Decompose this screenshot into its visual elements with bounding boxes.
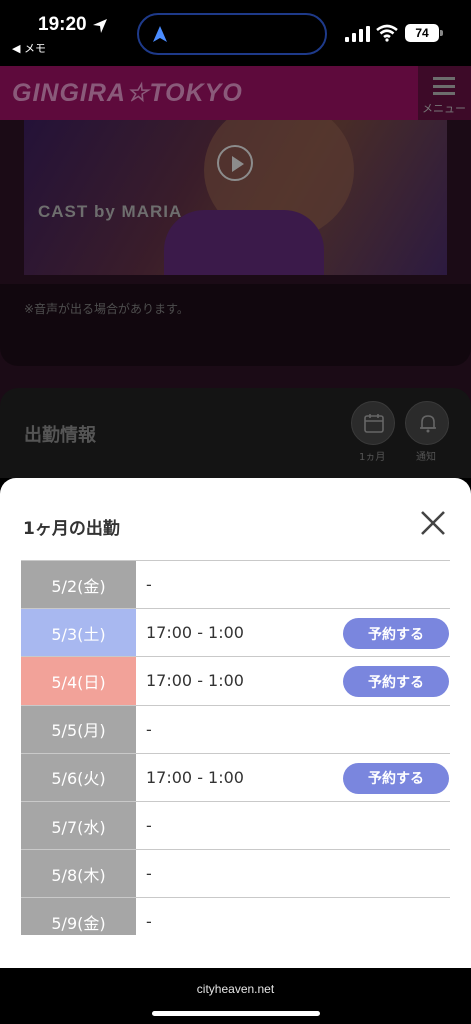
monthly-schedule-sheet: 1ヶ月の出勤 5/2(金) - 5/3(土) 17:00 - 1:00 予約する… bbox=[0, 478, 471, 968]
notify-button[interactable] bbox=[405, 401, 449, 445]
schedule-time: 17:00 - 1:00 bbox=[146, 623, 244, 643]
video-thumbnail-dress bbox=[164, 210, 324, 275]
cast-video[interactable]: CAST by MARIA bbox=[24, 120, 447, 275]
menu-button[interactable]: メニュー bbox=[418, 66, 471, 120]
hamburger-icon bbox=[433, 77, 455, 95]
browser-bottom-bar: cityheaven.net bbox=[0, 968, 471, 1024]
schedule-row: 5/7(水) - bbox=[21, 801, 450, 851]
schedule-row: 5/5(月) - bbox=[21, 705, 450, 754]
dynamic-island bbox=[137, 13, 327, 55]
notify-button-label: 通知 bbox=[416, 452, 436, 463]
video-card bbox=[0, 284, 471, 366]
schedule-date: 5/6(火) bbox=[21, 753, 136, 801]
play-icon[interactable] bbox=[217, 145, 253, 181]
site-logo[interactable]: GINGIRA☆TOKYO bbox=[12, 78, 243, 108]
monthly-button-label: 1ヵ月 bbox=[359, 452, 386, 463]
shift-section-title: 出勤情報 bbox=[24, 425, 96, 446]
schedule-row: 5/4(日) 17:00 - 1:00 予約する bbox=[21, 657, 450, 706]
video-caption: CAST by MARIA bbox=[38, 202, 183, 221]
calendar-icon bbox=[364, 414, 384, 433]
schedule-row: 5/3(土) 17:00 - 1:00 予約する bbox=[21, 609, 450, 658]
status-time: 19:20 bbox=[38, 14, 87, 35]
schedule-time: - bbox=[146, 912, 152, 932]
bell-icon bbox=[420, 415, 436, 433]
schedule-date: 5/7(水) bbox=[21, 801, 136, 850]
back-to-app-link[interactable]: ◀ メモ bbox=[12, 40, 46, 56]
navigation-arrow-icon bbox=[153, 26, 167, 42]
site-header: GINGIRA☆TOKYO メニュー bbox=[0, 66, 471, 120]
schedule-row: 5/9(金) - bbox=[21, 898, 450, 935]
schedule-time: - bbox=[146, 816, 152, 836]
schedule-date: 5/5(月) bbox=[21, 705, 136, 753]
schedule-date: 5/3(土) bbox=[21, 609, 136, 657]
cellular-signal-icon bbox=[345, 26, 370, 42]
schedule-time: - bbox=[146, 864, 152, 884]
home-indicator[interactable] bbox=[152, 1011, 320, 1016]
website-background: GINGIRA☆TOKYO メニュー CAST by MARIA ※音声が出る場… bbox=[0, 66, 471, 478]
battery-indicator: 74 bbox=[405, 24, 443, 42]
schedule-date: 5/4(日) bbox=[21, 657, 136, 705]
reserve-button[interactable]: 予約する bbox=[343, 618, 449, 650]
reserve-button[interactable]: 予約する bbox=[343, 666, 449, 698]
schedule-time: 17:00 - 1:00 bbox=[146, 767, 244, 787]
status-bar: 19:20 ◀ メモ 74 bbox=[0, 0, 471, 66]
address-bar[interactable]: cityheaven.net bbox=[0, 982, 471, 996]
schedule-date: 5/9(金) bbox=[21, 898, 136, 935]
schedule-table: 5/2(金) - 5/3(土) 17:00 - 1:00 予約する 5/4(日)… bbox=[21, 560, 450, 935]
schedule-row: 5/2(金) - bbox=[21, 561, 450, 610]
audio-note: ※音声が出る場合があります。 bbox=[24, 302, 189, 316]
sheet-title: 1ヶ月の出勤 bbox=[23, 519, 120, 539]
wifi-icon bbox=[376, 24, 398, 42]
schedule-date: 5/8(木) bbox=[21, 850, 136, 898]
schedule-date: 5/2(金) bbox=[21, 561, 136, 609]
schedule-row: 5/6(火) 17:00 - 1:00 予約する bbox=[21, 753, 450, 802]
schedule-time: - bbox=[146, 719, 152, 739]
monthly-calendar-button[interactable] bbox=[351, 401, 395, 445]
schedule-time: - bbox=[146, 575, 152, 595]
schedule-row: 5/8(木) - bbox=[21, 850, 450, 899]
location-arrow-icon bbox=[93, 19, 107, 33]
menu-label: メニュー bbox=[422, 102, 466, 115]
close-icon[interactable] bbox=[418, 508, 448, 538]
reserve-button[interactable]: 予約する bbox=[343, 762, 449, 794]
schedule-time: 17:00 - 1:00 bbox=[146, 671, 244, 691]
